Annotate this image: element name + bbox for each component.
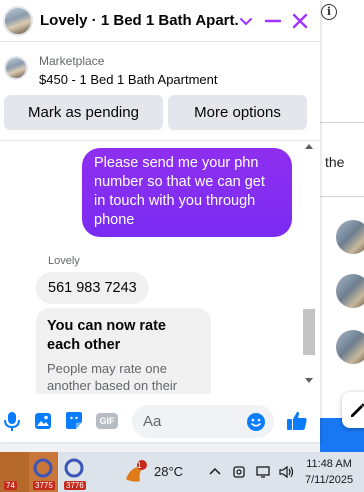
- camera-tray-icon[interactable]: [232, 465, 246, 479]
- microphone-icon[interactable]: [2, 410, 22, 432]
- network-icon[interactable]: [255, 465, 271, 479]
- chevron-down-icon[interactable]: [236, 11, 256, 31]
- compose-icon: [351, 403, 364, 417]
- scroll-down-arrow[interactable]: [305, 378, 313, 383]
- incoming-message: 561 983 7243: [36, 272, 149, 304]
- marketplace-listing[interactable]: Marketplace $450 - 1 Bed 1 Bath Apartmen…: [0, 48, 320, 92]
- volume-icon[interactable]: [278, 465, 296, 479]
- sender-name: Lovely: [48, 255, 80, 267]
- scrollbar[interactable]: [302, 141, 316, 394]
- weather-icon[interactable]: [122, 459, 148, 485]
- outgoing-message: Please send me your phn number so that w…: [82, 148, 292, 237]
- app-icon: [64, 458, 84, 478]
- minimize-icon[interactable]: [263, 11, 283, 31]
- scrollbar-thumb[interactable]: [303, 309, 315, 355]
- info-icon[interactable]: i: [321, 4, 337, 20]
- emoji-icon[interactable]: [246, 411, 266, 433]
- date-label: 7/11/2025: [305, 474, 354, 486]
- listing-thumbnail: [4, 56, 28, 80]
- notification-badge: 3775: [33, 481, 55, 490]
- chevron-up-icon[interactable]: [208, 465, 222, 479]
- weather-badge: 1: [137, 461, 142, 470]
- time-label: 11:48 AM: [306, 458, 352, 470]
- taskbar: 74 3775 3776 1 28°C 11:48 AM 7/11/2025: [0, 452, 364, 492]
- message-list[interactable]: Please send me your phn number so that w…: [0, 141, 302, 394]
- scroll-up-arrow[interactable]: [305, 144, 313, 149]
- divider: [320, 196, 364, 197]
- chat-header[interactable]: Lovely · 1 Bed 1 Bath Apart...: [0, 0, 320, 42]
- chat-title[interactable]: Lovely · 1 Bed 1 Bath Apart...: [40, 12, 238, 29]
- rating-card-body: People may rate one another based on the…: [47, 361, 178, 393]
- listing-thumbnail[interactable]: [336, 274, 364, 308]
- listing-thumbnail[interactable]: [336, 330, 364, 364]
- mark-as-pending-button[interactable]: Mark as pending: [4, 95, 163, 130]
- temperature[interactable]: 28°C: [154, 464, 183, 479]
- listing-title: $450 - 1 Bed 1 Bath Apartment: [39, 72, 218, 87]
- new-message-button[interactable]: [342, 392, 364, 428]
- like-icon[interactable]: [286, 409, 308, 433]
- listing-thumbnail[interactable]: [336, 220, 364, 254]
- rating-card-title: You can now rate each other: [47, 318, 166, 353]
- avatar[interactable]: [3, 5, 33, 36]
- chat-window: Lovely · 1 Bed 1 Bath Apart... Marketpla…: [0, 0, 320, 442]
- app-icon: [33, 458, 53, 478]
- background-text: the: [325, 154, 345, 170]
- taskbar-app[interactable]: 3775: [29, 452, 58, 492]
- clock[interactable]: 11:48 AM 7/11/2025: [305, 456, 353, 488]
- taskbar-app[interactable]: 74: [0, 452, 29, 492]
- notification-badge: 74: [4, 481, 17, 490]
- gif-icon[interactable]: GIF: [96, 413, 118, 429]
- taskbar-app[interactable]: 3776: [60, 452, 89, 492]
- close-icon[interactable]: [290, 11, 310, 31]
- photo-icon[interactable]: [33, 410, 53, 432]
- divider: [320, 122, 364, 123]
- notification-badge: 3776: [64, 481, 86, 490]
- rating-card[interactable]: You can now rate each other People may r…: [36, 308, 211, 394]
- message-composer: GIF: [0, 400, 320, 442]
- marketplace-label: Marketplace: [39, 54, 105, 68]
- more-options-button[interactable]: More options: [168, 95, 307, 130]
- sticker-icon[interactable]: [64, 410, 84, 432]
